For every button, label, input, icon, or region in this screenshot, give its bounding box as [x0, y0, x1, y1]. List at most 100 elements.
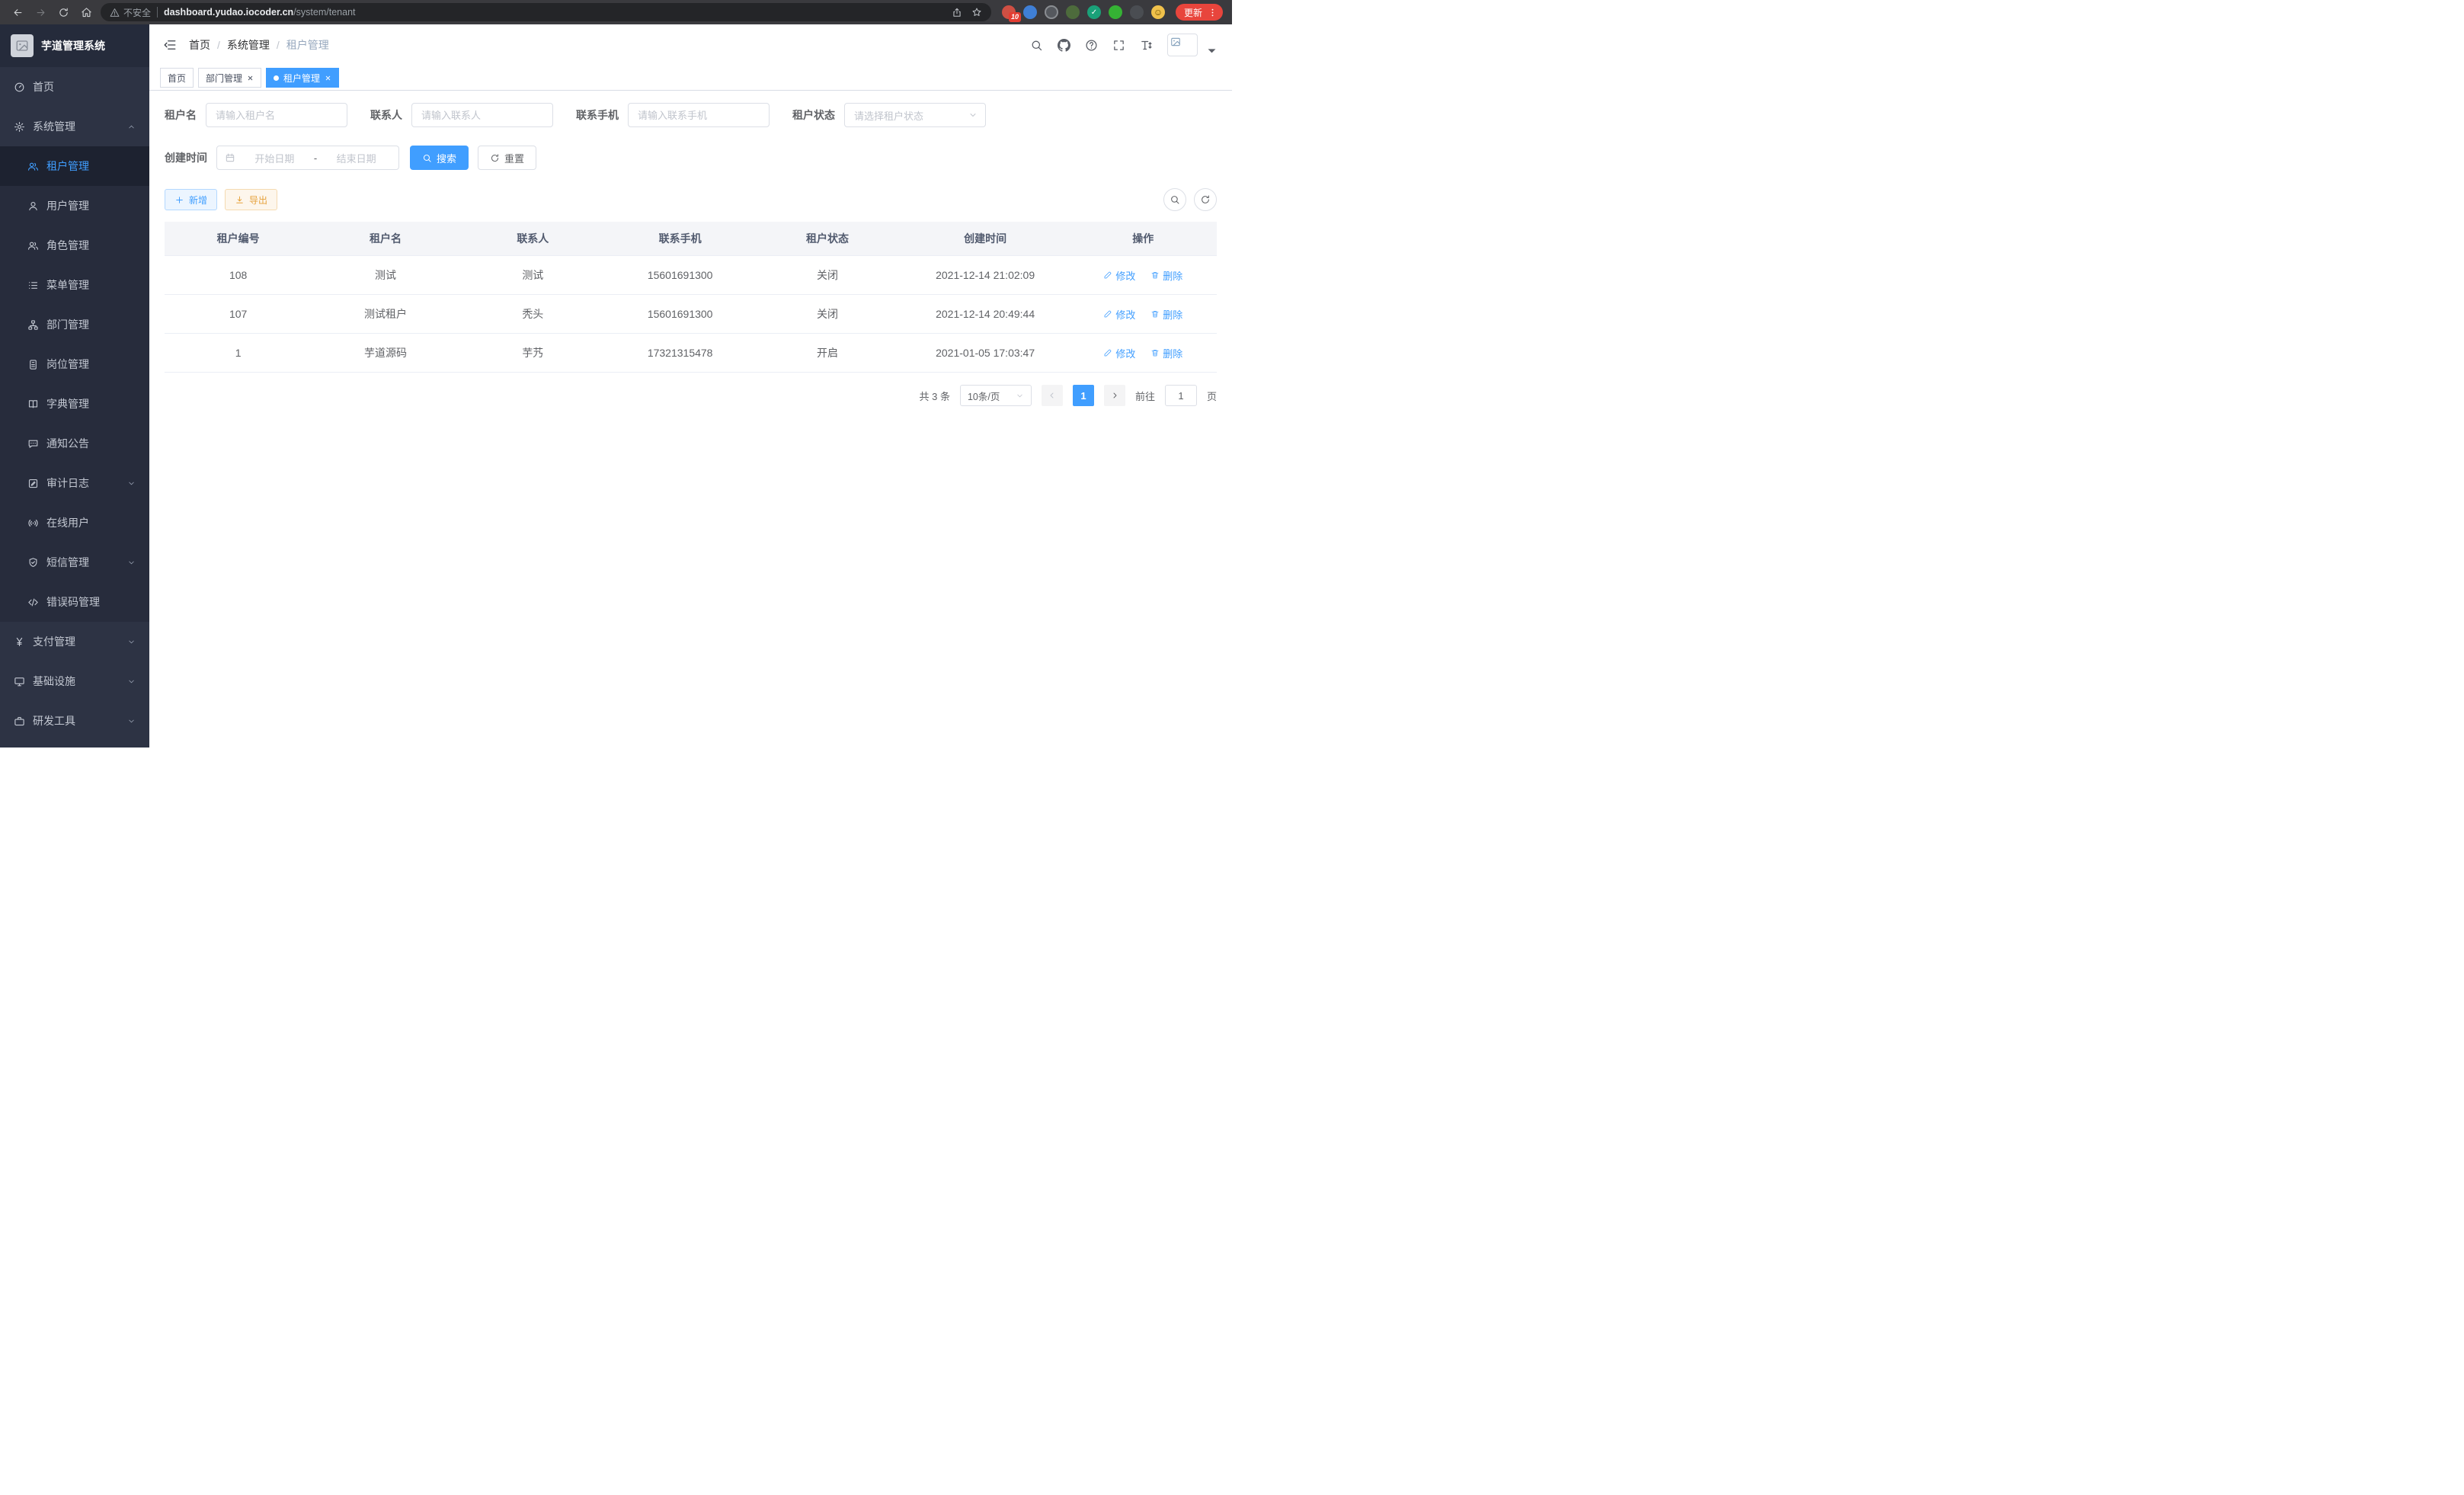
- breadcrumb-item-system[interactable]: 系统管理: [227, 37, 270, 53]
- tenant-name-input[interactable]: [206, 103, 347, 127]
- sidebar-item-dev-tools[interactable]: 研发工具: [0, 701, 149, 741]
- mobile-input[interactable]: [628, 103, 770, 127]
- edit-link[interactable]: 修改: [1103, 307, 1135, 322]
- sidebar-item-post[interactable]: 岗位管理: [0, 344, 149, 384]
- sidebar-item-menu[interactable]: 菜单管理: [0, 265, 149, 305]
- tab-tenant[interactable]: 租户管理: [266, 68, 339, 88]
- fullscreen-icon[interactable]: [1112, 39, 1125, 52]
- bookmark-star-icon[interactable]: [971, 7, 982, 18]
- extension-icon[interactable]: [1066, 5, 1080, 19]
- search-button[interactable]: 搜索: [410, 146, 469, 170]
- chevron-down-icon: [968, 110, 978, 120]
- sidebar-item-dict[interactable]: 字典管理: [0, 384, 149, 424]
- monitor-icon: [14, 676, 25, 687]
- sidebar-item-online-user[interactable]: 在线用户: [0, 503, 149, 543]
- delete-link[interactable]: 删除: [1150, 268, 1182, 283]
- delete-link[interactable]: 删除: [1150, 346, 1182, 360]
- download-icon: [235, 195, 245, 205]
- tenant-status-select[interactable]: 请选择租户状态: [844, 103, 986, 127]
- add-button[interactable]: 新增: [165, 189, 217, 210]
- prev-page-button[interactable]: [1042, 385, 1063, 406]
- page-size-select[interactable]: 10条/页: [960, 385, 1032, 406]
- edit-link[interactable]: 修改: [1103, 346, 1135, 360]
- page-url: dashboard.yudao.iocoder.cn/system/tenant: [164, 7, 355, 18]
- browser-home-button[interactable]: [78, 4, 94, 21]
- breadcrumb-item-home[interactable]: 首页: [189, 37, 210, 53]
- edit-label: 修改: [1115, 307, 1135, 322]
- sidebar-item-home[interactable]: 首页: [0, 67, 149, 107]
- user-menu-caret-icon[interactable]: [1205, 44, 1218, 57]
- delete-link[interactable]: 删除: [1150, 307, 1182, 322]
- pagination-total: 共 3 条: [920, 389, 950, 403]
- refresh-table-button[interactable]: [1194, 188, 1217, 211]
- browser-menu-icon[interactable]: [1208, 8, 1218, 18]
- sidebar-item-system[interactable]: 系统管理: [0, 107, 149, 146]
- tab-close-icon[interactable]: [325, 75, 331, 82]
- book-icon: [27, 399, 39, 410]
- sidebar-item-sms[interactable]: 短信管理: [0, 543, 149, 582]
- table-row: 107 测试租户 秃头 15601691300 关闭 2021-12-14 20…: [165, 295, 1217, 334]
- help-icon[interactable]: [1085, 39, 1098, 52]
- edit-link[interactable]: 修改: [1103, 268, 1135, 283]
- column-header-created: 创建时间: [901, 222, 1070, 256]
- export-button[interactable]: 导出: [225, 189, 277, 210]
- extension-icon-chat[interactable]: [1109, 5, 1122, 19]
- sidebar-item-audit-log[interactable]: 审计日志: [0, 463, 149, 503]
- browser-address-bar[interactable]: 不安全 dashboard.yudao.iocoder.cn/system/te…: [101, 3, 991, 21]
- edit-document-icon: [27, 478, 39, 489]
- system-submenu: 租户管理 用户管理 角色管理 菜单管理: [0, 146, 149, 622]
- create-time-range-picker[interactable]: 开始日期 - 结束日期: [216, 146, 399, 170]
- share-icon[interactable]: [952, 7, 962, 18]
- reset-button[interactable]: 重置: [478, 146, 536, 170]
- security-chip[interactable]: 不安全: [110, 6, 151, 19]
- user-avatar[interactable]: [1167, 34, 1198, 56]
- shield-icon: [27, 557, 39, 568]
- tab-dept[interactable]: 部门管理: [198, 68, 261, 88]
- sidebar-item-payment[interactable]: 支付管理: [0, 622, 149, 661]
- browser-reload-button[interactable]: [55, 4, 72, 21]
- page-number-button[interactable]: 1: [1073, 385, 1094, 406]
- extension-icon[interactable]: [1023, 5, 1037, 19]
- extension-icon-pinned[interactable]: 10: [1002, 5, 1016, 19]
- github-icon[interactable]: [1058, 39, 1070, 52]
- sidebar-item-tenant[interactable]: 租户管理: [0, 146, 149, 186]
- tab-label: 首页: [168, 72, 186, 85]
- font-size-icon[interactable]: [1140, 39, 1153, 52]
- sidebar-item-role[interactable]: 角色管理: [0, 226, 149, 265]
- next-page-button[interactable]: [1104, 385, 1125, 406]
- extensions-puzzle-icon[interactable]: [1130, 5, 1144, 19]
- edit-pen-icon: [1103, 271, 1112, 280]
- sidebar-item-error-code[interactable]: 错误码管理: [0, 582, 149, 622]
- jump-suffix: 页: [1207, 389, 1217, 403]
- reset-button-label: 重置: [504, 151, 524, 165]
- sidebar-item-user[interactable]: 用户管理: [0, 186, 149, 226]
- chevron-down-icon: [127, 717, 136, 725]
- people-icon: [27, 240, 39, 251]
- page-jump-input[interactable]: [1165, 385, 1197, 406]
- page-size-value: 10条/页: [968, 389, 1000, 403]
- tab-home[interactable]: 首页: [160, 68, 194, 88]
- sidebar-item-label: 租户管理: [46, 158, 89, 174]
- sidebar-item-infra[interactable]: 基础设施: [0, 661, 149, 701]
- extension-icon-check[interactable]: [1087, 5, 1101, 19]
- start-date-placeholder: 开始日期: [240, 151, 309, 165]
- logo-image: [11, 34, 34, 57]
- browser-forward-button[interactable]: [32, 4, 49, 21]
- table-header-row: 租户编号 租户名 联系人 联系手机 租户状态 创建时间 操作: [165, 222, 1217, 256]
- toggle-search-button[interactable]: [1163, 188, 1186, 211]
- plus-icon: [174, 195, 184, 205]
- cell-status: 关闭: [754, 256, 901, 295]
- contact-input[interactable]: [411, 103, 553, 127]
- browser-update-button[interactable]: 更新: [1176, 4, 1223, 21]
- extension-icon[interactable]: [1045, 5, 1058, 19]
- sidebar-item-dept[interactable]: 部门管理: [0, 305, 149, 344]
- cell-created: 2021-12-14 20:49:44: [901, 295, 1070, 334]
- sidebar-item-label: 错误码管理: [46, 594, 100, 610]
- browser-back-button[interactable]: [9, 4, 26, 21]
- header-search-icon[interactable]: [1030, 39, 1043, 52]
- sidebar-collapse-button[interactable]: [163, 38, 177, 52]
- sidebar-item-label: 角色管理: [46, 238, 89, 253]
- sidebar-item-notice[interactable]: 通知公告: [0, 424, 149, 463]
- tab-close-icon[interactable]: [247, 75, 254, 82]
- profile-avatar-icon[interactable]: [1151, 5, 1165, 19]
